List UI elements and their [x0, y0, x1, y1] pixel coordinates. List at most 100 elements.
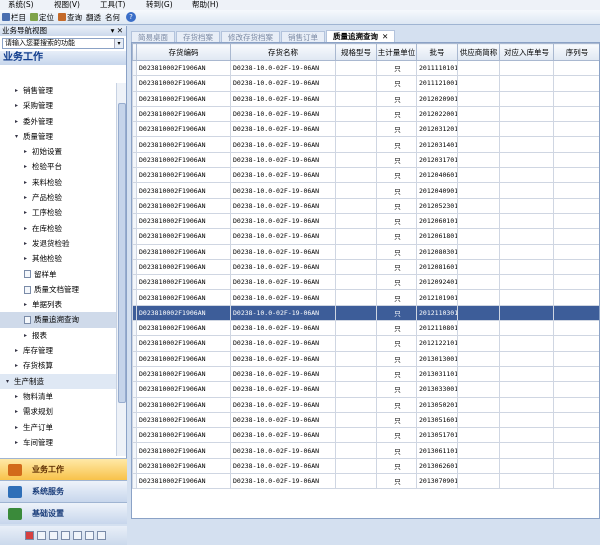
tree-item[interactable]: ▸车间管理: [0, 435, 116, 450]
column-header[interactable]: 供应商简称: [458, 44, 500, 61]
copy-icon[interactable]: [85, 531, 94, 540]
expanded-arrow-icon[interactable]: ▾: [15, 129, 23, 144]
tree-item[interactable]: ▸存货核算: [0, 358, 116, 373]
table-row[interactable]: D023810002F1906AND0238-10.0-02F-19-06AN只…: [133, 229, 600, 244]
window-icon[interactable]: [49, 531, 58, 540]
table-row[interactable]: D023810002F1906AND0238-10.0-02F-19-06AN只…: [133, 290, 600, 305]
tree-item[interactable]: ▸采购管理: [0, 98, 116, 113]
table-row[interactable]: D023810002F1906AND0238-10.0-02F-19-06AN只…: [133, 259, 600, 274]
table-row[interactable]: D023810002F1906AND0238-10.0-02F-19-06AN只…: [133, 428, 600, 443]
table-row[interactable]: D023810002F1906AND0238-10.0-02F-19-06AN只…: [133, 198, 600, 213]
toolbar-columns-button[interactable]: 栏目: [2, 12, 26, 23]
column-header[interactable]: 主计量单位: [377, 44, 417, 61]
collapsed-arrow-icon[interactable]: ▸: [15, 435, 23, 450]
menu-item[interactable]: 转到(G): [146, 0, 192, 10]
collapsed-arrow-icon[interactable]: ▸: [24, 175, 32, 190]
tree-item[interactable]: ▸产品检验: [0, 190, 116, 205]
table-row[interactable]: D023810002F1906AND0238-10.0-02F-19-06AN只…: [133, 61, 600, 76]
tile-icon[interactable]: [61, 531, 70, 540]
collapsed-arrow-icon[interactable]: ▸: [24, 297, 32, 312]
table-row[interactable]: D023810002F1906AND0238-10.0-02F-19-06AN只…: [133, 336, 600, 351]
tree-item[interactable]: ▾生产制造: [0, 374, 116, 389]
table-row[interactable]: D023810002F1906AND0238-10.0-02F-19-06AN只…: [133, 122, 600, 137]
table-row[interactable]: D023810002F1906AND0238-10.0-02F-19-06AN只…: [133, 213, 600, 228]
collapsed-arrow-icon[interactable]: ▸: [15, 114, 23, 129]
chevron-down-icon[interactable]: ▾: [114, 39, 123, 48]
tree-item[interactable]: ▾质量管理: [0, 129, 116, 144]
tab[interactable]: 质量追溯查询✕: [326, 30, 395, 42]
tree-item[interactable]: ▸销售管理: [0, 83, 116, 98]
tree-item[interactable]: ▸需求规划: [0, 404, 116, 419]
column-header[interactable]: 序列号: [554, 44, 600, 61]
collapsed-arrow-icon[interactable]: ▸: [24, 221, 32, 236]
table-row[interactable]: D023810002F1906AND0238-10.0-02F-19-06AN只…: [133, 351, 600, 366]
function-search-input[interactable]: 请输入您要搜索的功能 ▾: [2, 38, 124, 49]
table-row[interactable]: D023810002F1906AND0238-10.0-02F-19-06AN只…: [133, 106, 600, 121]
tree-item[interactable]: ▸委外管理: [0, 114, 116, 129]
table-row[interactable]: D023810002F1906AND0238-10.0-02F-19-06AN只…: [133, 382, 600, 397]
collapsed-arrow-icon[interactable]: ▸: [15, 358, 23, 373]
expanded-arrow-icon[interactable]: ▾: [6, 374, 14, 389]
collapsed-arrow-icon[interactable]: ▸: [24, 328, 32, 343]
tree-item[interactable]: ▸初始设置: [0, 144, 116, 159]
tree-item[interactable]: ▸检验平台: [0, 159, 116, 174]
close-icon[interactable]: ✕: [382, 32, 388, 41]
column-header[interactable]: 存货名称: [231, 44, 336, 61]
table-row[interactable]: D023810002F1906AND0238-10.0-02F-19-06AN只…: [133, 443, 600, 458]
table-row[interactable]: D023810002F1906AND0238-10.0-02F-19-06AN只…: [133, 474, 600, 489]
table-row[interactable]: D023810002F1906AND0238-10.0-02F-19-06AN只…: [133, 458, 600, 473]
column-header[interactable]: 存货编码: [137, 44, 231, 61]
cascade-icon[interactable]: [73, 531, 82, 540]
collapsed-arrow-icon[interactable]: ▸: [15, 404, 23, 419]
nav-button[interactable]: 业务工作: [0, 458, 127, 480]
toolbar-locate-button[interactable]: 定位: [30, 12, 54, 23]
collapsed-arrow-icon[interactable]: ▸: [15, 98, 23, 113]
table-row[interactable]: D023810002F1906AND0238-10.0-02F-19-06AN只…: [133, 366, 600, 381]
pin-icon[interactable]: ▾ ✕: [111, 26, 123, 36]
collapsed-arrow-icon[interactable]: ▸: [15, 420, 23, 435]
tab[interactable]: 修改存货档案: [221, 31, 280, 42]
nav-button[interactable]: 系统服务: [0, 480, 127, 502]
table-row[interactable]: D023810002F1906AND0238-10.0-02F-19-06AN只…: [133, 412, 600, 427]
table-row[interactable]: D023810002F1906AND0238-10.0-02F-19-06AN只…: [133, 244, 600, 259]
collapsed-arrow-icon[interactable]: ▸: [15, 389, 23, 404]
table-row[interactable]: D023810002F1906AND0238-10.0-02F-19-06AN只…: [133, 152, 600, 167]
table-row[interactable]: D023810002F1906AND0238-10.0-02F-19-06AN只…: [133, 397, 600, 412]
collapsed-arrow-icon[interactable]: ▸: [24, 236, 32, 251]
toolbar-query-button[interactable]: 查询: [58, 12, 82, 23]
help-icon[interactable]: ?: [126, 12, 136, 22]
table-row[interactable]: D023810002F1906AND0238-10.0-02F-19-06AN只…: [133, 321, 600, 336]
column-header[interactable]: 对应入库单号: [500, 44, 554, 61]
tree-scrollbar[interactable]: [116, 83, 126, 456]
table-row[interactable]: D023810002F1906AND0238-10.0-02F-19-06AN只…: [133, 275, 600, 290]
collapsed-arrow-icon[interactable]: ▸: [24, 190, 32, 205]
toolbar-drill-button[interactable]: 翻透: [86, 12, 101, 23]
tree-item[interactable]: ▸物料清单: [0, 389, 116, 404]
tree-item[interactable]: 质量文档管理: [0, 282, 116, 297]
table-row[interactable]: D023810002F1906AND0238-10.0-02F-19-06AN只…: [133, 183, 600, 198]
toolbar-name-button[interactable]: 名何: [105, 12, 120, 23]
tree-item[interactable]: ▸其他检验: [0, 251, 116, 266]
table-row[interactable]: D023810002F1906AND0238-10.0-02F-19-06AN只…: [133, 137, 600, 152]
tree-item[interactable]: 留样单: [0, 267, 116, 282]
scrollbar-thumb[interactable]: [118, 103, 126, 403]
table-row[interactable]: D023810002F1906AND0238-10.0-02F-19-06AN只…: [133, 168, 600, 183]
collapsed-arrow-icon[interactable]: ▸: [15, 83, 23, 98]
table-row[interactable]: D023810002F1906AND0238-10.0-02F-19-06AN只…: [133, 76, 600, 91]
menu-item[interactable]: 工具(T): [100, 0, 146, 10]
tree-item[interactable]: ▸生产订单: [0, 420, 116, 435]
refresh-icon[interactable]: [37, 531, 46, 540]
tree-item[interactable]: ▸库存管理: [0, 343, 116, 358]
tree-item[interactable]: 质量追溯查询: [0, 312, 116, 327]
collapsed-arrow-icon[interactable]: ▸: [24, 159, 32, 174]
column-header[interactable]: 批号: [417, 44, 458, 61]
tree-item[interactable]: ▸发退货检验: [0, 236, 116, 251]
table-row[interactable]: D023810002F1906AND0238-10.0-02F-19-06AN只…: [133, 91, 600, 106]
tab[interactable]: 销售订单: [281, 31, 325, 42]
collapsed-arrow-icon[interactable]: ▸: [24, 144, 32, 159]
tab[interactable]: 存货档案: [176, 31, 220, 42]
tree-item[interactable]: ▸在库检验: [0, 221, 116, 236]
more-icon[interactable]: [97, 531, 106, 540]
collapsed-arrow-icon[interactable]: ▸: [15, 343, 23, 358]
menu-item[interactable]: 视图(V): [54, 0, 100, 10]
